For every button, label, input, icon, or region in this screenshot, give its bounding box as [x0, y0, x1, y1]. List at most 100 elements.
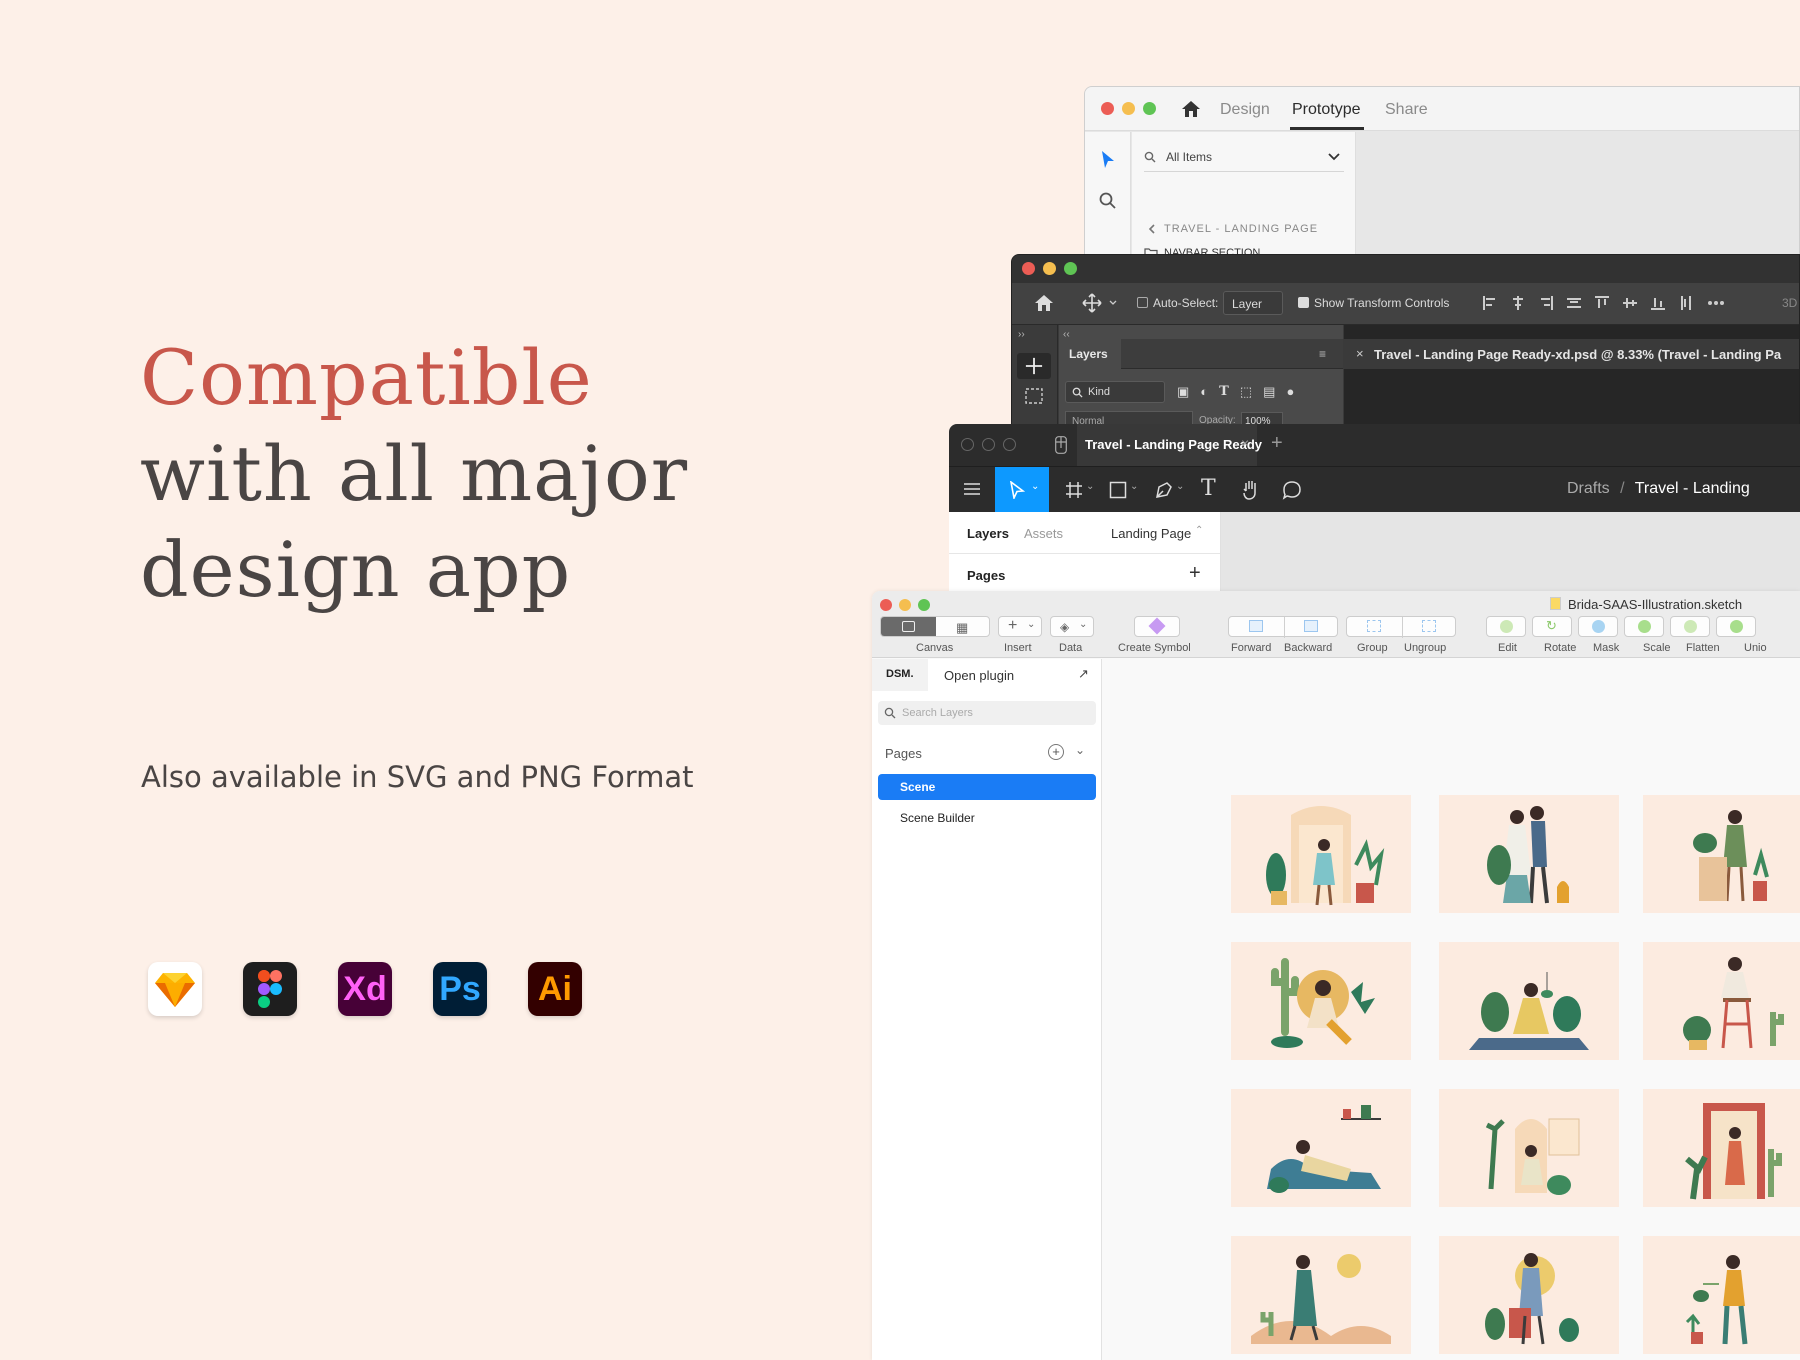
- move-tool-button[interactable]: ⌄: [995, 467, 1049, 513]
- scale-button[interactable]: [1624, 616, 1664, 637]
- chevron-up-icon[interactable]: ⌃: [1195, 525, 1203, 536]
- artboard-thumbnail[interactable]: [1643, 795, 1800, 913]
- tab-layers[interactable]: Layers: [967, 526, 1009, 541]
- new-tab-icon[interactable]: +: [1271, 432, 1283, 455]
- maximize-dot[interactable]: [1143, 102, 1156, 115]
- more-icon[interactable]: [1706, 295, 1726, 311]
- maximize-dot[interactable]: [1003, 438, 1016, 451]
- artboard-thumbnail[interactable]: [1439, 1236, 1619, 1354]
- close-dot[interactable]: [1022, 262, 1035, 275]
- 3d-mode-label[interactable]: 3D: [1782, 296, 1797, 310]
- mask-button[interactable]: [1578, 616, 1618, 637]
- minimize-dot[interactable]: [1122, 102, 1135, 115]
- collapse-icon[interactable]: ››: [1018, 329, 1025, 340]
- select-arrow-icon[interactable]: [1100, 150, 1116, 170]
- arrange-buttons[interactable]: [1228, 616, 1338, 638]
- breadcrumb-root[interactable]: Drafts: [1567, 480, 1610, 497]
- page-item-scene[interactable]: Scene: [878, 774, 1096, 800]
- align-right-icon[interactable]: [1538, 295, 1554, 311]
- search-icon[interactable]: [1099, 192, 1117, 210]
- frame-tool-icon[interactable]: [1065, 481, 1083, 499]
- chevron-down-icon[interactable]: ⌄: [1130, 481, 1138, 492]
- rectangle-tool-icon[interactable]: [1109, 481, 1127, 499]
- comment-tool-icon[interactable]: [1282, 480, 1302, 500]
- home-icon[interactable]: [1034, 294, 1054, 312]
- close-tab-icon[interactable]: ×: [1356, 346, 1364, 361]
- artboard-thumbnail[interactable]: [1231, 942, 1411, 1060]
- chevron-down-icon[interactable]: ⌄: [1086, 481, 1094, 492]
- artboard-thumbnail[interactable]: [1643, 942, 1800, 1060]
- shape-filter-icon[interactable]: ⬚: [1240, 384, 1252, 400]
- main-menu-icon[interactable]: [963, 482, 981, 501]
- home-icon[interactable]: [1181, 100, 1201, 118]
- artboard-thumbnail[interactable]: [1439, 795, 1619, 913]
- smart-object-filter-icon[interactable]: ▤: [1263, 384, 1275, 400]
- figma-logo-icon[interactable]: [1055, 436, 1067, 454]
- tab-prototype[interactable]: Prototype: [1292, 101, 1360, 119]
- move-tool-icon[interactable]: [1082, 293, 1102, 313]
- distribute-vertical-icon[interactable]: [1678, 295, 1694, 311]
- artboard-thumbnail[interactable]: [1643, 1089, 1800, 1207]
- transform-checkbox[interactable]: [1298, 297, 1309, 308]
- add-page-icon[interactable]: +: [1189, 562, 1201, 585]
- flatten-button[interactable]: [1670, 616, 1710, 637]
- chevron-down-icon[interactable]: ⌄: [1176, 481, 1184, 492]
- filter-toggle-icon[interactable]: ●: [1286, 384, 1294, 400]
- align-middle-icon[interactable]: [1622, 295, 1638, 311]
- text-tool-icon[interactable]: T: [1201, 476, 1216, 501]
- canvas-view-toggle[interactable]: ▦: [880, 616, 990, 637]
- create-symbol-button[interactable]: [1134, 616, 1180, 637]
- minimize-dot[interactable]: [899, 599, 911, 611]
- artboard-thumbnail[interactable]: [1643, 1236, 1800, 1354]
- edit-button[interactable]: [1486, 616, 1526, 637]
- page-select[interactable]: Landing Page: [1111, 526, 1191, 541]
- kind-filter[interactable]: Kind: [1065, 381, 1165, 403]
- artboard-thumbnail[interactable]: [1439, 942, 1619, 1060]
- type-filter-icon[interactable]: T: [1219, 384, 1229, 400]
- artboard-thumbnail[interactable]: [1231, 1236, 1411, 1354]
- close-dot[interactable]: [961, 438, 974, 451]
- distribute-icon[interactable]: [1566, 295, 1582, 311]
- external-link-icon[interactable]: ↗: [1078, 666, 1089, 682]
- maximize-dot[interactable]: [918, 599, 930, 611]
- move-tool[interactable]: [1017, 353, 1051, 379]
- tab-share[interactable]: Share: [1385, 101, 1428, 119]
- rotate-button[interactable]: ↻: [1532, 616, 1572, 637]
- minimize-dot[interactable]: [1043, 262, 1056, 275]
- document-tab[interactable]: × Travel - Landing Page Ready-xd.psd @ 8…: [1344, 339, 1799, 369]
- breadcrumb-file[interactable]: Travel - Landing: [1635, 480, 1750, 497]
- adjustment-filter-icon[interactable]: ◐: [1200, 384, 1208, 400]
- artboard-thumbnail[interactable]: [1439, 1089, 1619, 1207]
- close-dot[interactable]: [880, 599, 892, 611]
- data-button[interactable]: ◈ ⌄: [1050, 616, 1094, 637]
- pen-tool-icon[interactable]: [1155, 481, 1173, 499]
- auto-select-checkbox[interactable]: [1137, 297, 1148, 308]
- align-center-icon[interactable]: [1510, 295, 1526, 311]
- artboard-thumbnail[interactable]: [1231, 1089, 1411, 1207]
- all-items-dropdown[interactable]: All Items: [1144, 144, 1344, 172]
- artboard-thumbnail[interactable]: [1231, 795, 1411, 913]
- chevron-down-icon[interactable]: ⌄: [1075, 743, 1085, 757]
- hand-tool-icon[interactable]: [1241, 479, 1261, 501]
- align-top-icon[interactable]: [1594, 295, 1610, 311]
- panel-menu-icon[interactable]: ≡: [1319, 347, 1326, 361]
- file-tab[interactable]: Travel - Landing Page Ready ×: [1077, 424, 1262, 466]
- tab-design[interactable]: Design: [1220, 101, 1270, 119]
- image-filter-icon[interactable]: ▣: [1177, 384, 1189, 400]
- tab-assets[interactable]: Assets: [1024, 526, 1063, 541]
- align-bottom-icon[interactable]: [1650, 295, 1666, 311]
- dsm-tab[interactable]: DSM.: [886, 668, 914, 680]
- insert-button[interactable]: + ⌄: [998, 616, 1042, 637]
- layer-dropdown[interactable]: Layer: [1223, 291, 1283, 315]
- layers-tab[interactable]: Layers: [1069, 347, 1108, 361]
- search-layers-input[interactable]: Search Layers: [878, 701, 1096, 725]
- breadcrumb[interactable]: TRAVEL - LANDING PAGE: [1164, 223, 1318, 235]
- page-item-scene-builder[interactable]: Scene Builder: [900, 811, 975, 825]
- maximize-dot[interactable]: [1064, 262, 1077, 275]
- align-left-icon[interactable]: [1482, 295, 1498, 311]
- chevron-left-icon[interactable]: [1148, 224, 1156, 234]
- close-dot[interactable]: [1101, 102, 1114, 115]
- chevron-down-icon[interactable]: [1109, 300, 1117, 306]
- group-buttons[interactable]: [1346, 616, 1456, 638]
- open-plugin-link[interactable]: Open plugin: [944, 668, 1014, 683]
